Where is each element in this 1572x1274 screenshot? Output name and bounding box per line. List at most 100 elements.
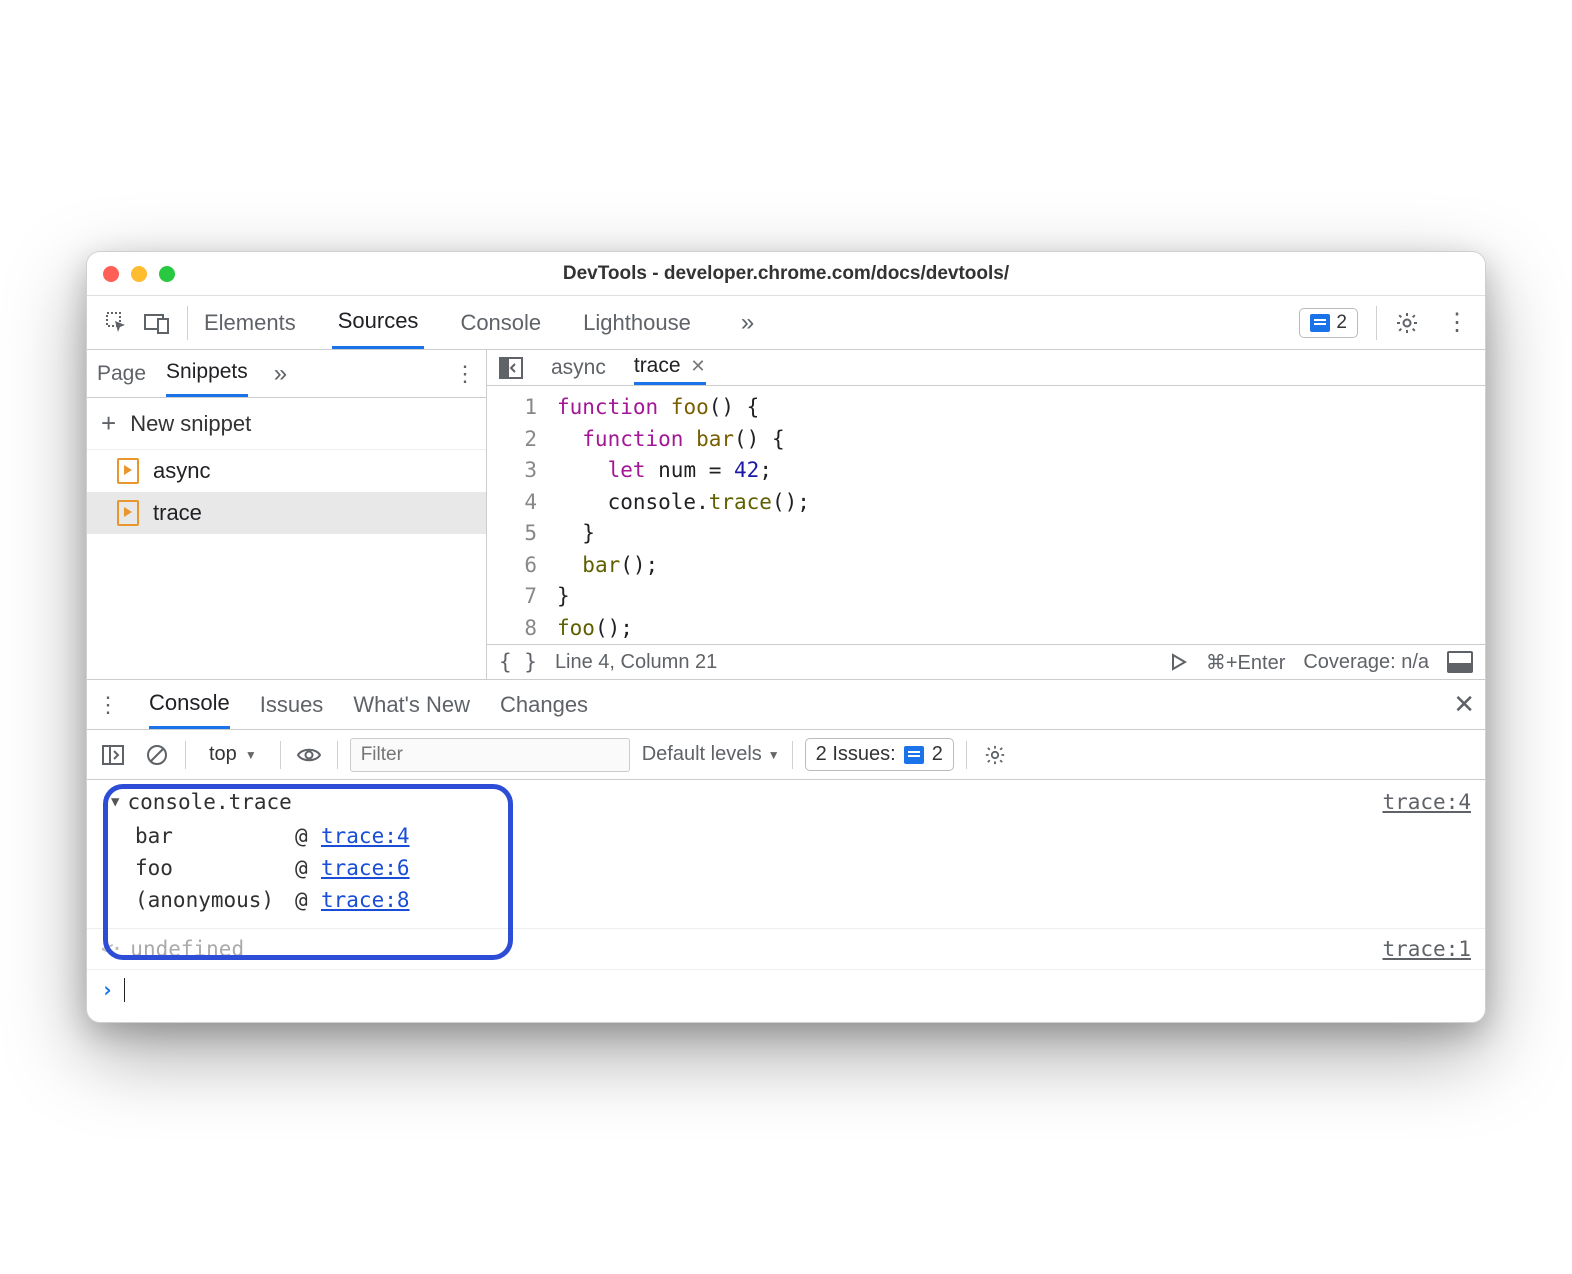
close-window-button[interactable] xyxy=(103,266,119,282)
console-output: ▼ console.trace trace:4 bar @ trace:4 fo… xyxy=(87,780,1485,1022)
context-selector[interactable]: top xyxy=(198,739,268,770)
stack-frame: foo @ trace:6 xyxy=(111,852,1471,884)
close-tab-icon[interactable]: ✕ xyxy=(691,356,706,377)
traffic-lights xyxy=(103,266,175,282)
console-trace-group: ▼ console.trace trace:4 bar @ trace:4 fo… xyxy=(87,780,1485,929)
inspect-element-icon[interactable] xyxy=(97,311,137,335)
run-snippet-icon[interactable] xyxy=(1170,653,1188,671)
frame-link[interactable]: trace:6 xyxy=(321,856,410,880)
stack-trace: bar @ trace:4 foo @ trace:6 (anonymous) … xyxy=(111,820,1471,916)
plus-icon: + xyxy=(101,408,116,439)
snippet-list: async trace xyxy=(87,450,486,679)
zoom-window-button[interactable] xyxy=(159,266,175,282)
source-link[interactable]: trace:1 xyxy=(1382,937,1471,961)
code-content: function foo() { function bar() { let nu… xyxy=(557,392,1485,644)
snippet-name: trace xyxy=(153,500,202,526)
main-tabs: Elements Sources Console Lighthouse » xyxy=(198,296,754,349)
console-issues-button[interactable]: 2 Issues: 2 xyxy=(805,738,954,771)
snippet-name: async xyxy=(153,458,210,484)
filter-input[interactable] xyxy=(350,738,630,772)
code-editor[interactable]: 12 34 56 78 function foo() { function ba… xyxy=(487,386,1485,644)
toolbar-divider xyxy=(337,741,338,769)
editor-tab-label: trace xyxy=(634,354,681,378)
snippet-icon xyxy=(117,500,139,526)
tab-sources[interactable]: Sources xyxy=(332,296,425,349)
at-symbol: @ xyxy=(295,856,321,880)
log-levels-selector[interactable]: Default levels xyxy=(642,743,780,766)
line-gutter: 12 34 56 78 xyxy=(487,392,557,644)
prompt-chevron-icon: › xyxy=(101,978,114,1002)
new-snippet-label: New snippet xyxy=(130,411,251,437)
sources-panel: Page Snippets » ⋮ + New snippet async tr… xyxy=(87,350,1485,680)
navigator-tab-page[interactable]: Page xyxy=(97,350,146,397)
navigator-tab-snippets[interactable]: Snippets xyxy=(166,350,248,397)
more-tabs-button[interactable]: » xyxy=(741,309,754,337)
drawer-tab-console[interactable]: Console xyxy=(149,680,230,729)
titlebar: DevTools - developer.chrome.com/docs/dev… xyxy=(87,252,1485,296)
issues-label: 2 Issues: xyxy=(816,743,896,766)
editor-status-bar: { } Line 4, Column 21 ⌘+Enter Coverage: … xyxy=(487,644,1485,679)
pretty-print-icon[interactable]: { } xyxy=(499,650,537,674)
toolbar-divider xyxy=(966,741,967,769)
at-symbol: @ xyxy=(295,824,321,848)
source-link[interactable]: trace:4 xyxy=(1382,790,1471,814)
window-title: DevTools - developer.chrome.com/docs/dev… xyxy=(87,263,1485,285)
drawer-tabs: ⋮ Console Issues What's New Changes ✕ xyxy=(87,680,1485,730)
tab-lighthouse[interactable]: Lighthouse xyxy=(577,296,697,349)
editor-tab-async[interactable]: async xyxy=(551,350,606,385)
settings-icon[interactable] xyxy=(1395,311,1431,335)
console-toolbar: top Default levels 2 Issues: 2 xyxy=(87,730,1485,780)
toolbar-divider xyxy=(187,306,188,340)
toolbar-divider xyxy=(280,741,281,769)
clear-console-icon[interactable] xyxy=(141,744,173,766)
return-value: undefined xyxy=(130,937,244,961)
tab-console[interactable]: Console xyxy=(454,296,547,349)
coverage-status: Coverage: n/a xyxy=(1303,651,1429,674)
chat-icon xyxy=(904,746,924,764)
more-menu-icon[interactable]: ⋮ xyxy=(1439,308,1475,337)
disclosure-triangle-icon[interactable]: ▼ xyxy=(111,794,119,810)
snippet-item[interactable]: async xyxy=(87,450,486,492)
drawer-tab-whatsnew[interactable]: What's New xyxy=(353,680,470,729)
levels-label: Default levels xyxy=(642,743,762,766)
toolbar-divider xyxy=(185,741,186,769)
snippet-item[interactable]: trace xyxy=(87,492,486,534)
live-expression-icon[interactable] xyxy=(293,746,325,764)
frame-function: foo xyxy=(135,856,295,880)
cursor-position: Line 4, Column 21 xyxy=(555,651,717,674)
close-drawer-icon[interactable]: ✕ xyxy=(1453,689,1475,720)
chat-icon xyxy=(1310,314,1330,332)
context-label: top xyxy=(209,743,237,766)
navigator-tabs: Page Snippets » ⋮ xyxy=(87,350,486,398)
navigator-menu-icon[interactable]: ⋮ xyxy=(454,361,476,387)
frame-function: bar xyxy=(135,824,295,848)
editor-tab-trace[interactable]: trace ✕ xyxy=(634,350,706,385)
snippet-icon xyxy=(117,458,139,484)
drawer-tab-issues[interactable]: Issues xyxy=(260,680,324,729)
toggle-console-sidebar-icon[interactable] xyxy=(97,745,129,765)
frame-link[interactable]: trace:8 xyxy=(321,888,410,912)
issues-count: 2 xyxy=(932,743,943,766)
trace-title: console.trace xyxy=(127,790,291,814)
drawer-menu-icon[interactable]: ⋮ xyxy=(97,692,119,718)
tab-elements[interactable]: Elements xyxy=(198,296,302,349)
console-settings-icon[interactable] xyxy=(979,744,1011,766)
toolbar-divider xyxy=(792,741,793,769)
drawer-tab-changes[interactable]: Changes xyxy=(500,680,588,729)
toolbar-divider xyxy=(1376,306,1377,340)
main-toolbar: Elements Sources Console Lighthouse » 2 … xyxy=(87,296,1485,350)
console-prompt[interactable]: › xyxy=(87,970,1485,1022)
editor-tab-label: async xyxy=(551,356,606,380)
minimize-window-button[interactable] xyxy=(131,266,147,282)
return-arrow-icon: <· xyxy=(101,937,120,961)
editor-tabs: async trace ✕ xyxy=(487,350,1485,386)
devtools-window: DevTools - developer.chrome.com/docs/dev… xyxy=(86,251,1486,1023)
input-caret xyxy=(124,978,125,1002)
more-navigator-tabs[interactable]: » xyxy=(274,360,287,388)
frame-link[interactable]: trace:4 xyxy=(321,824,410,848)
issues-indicator[interactable]: 2 xyxy=(1299,308,1358,338)
new-snippet-button[interactable]: + New snippet xyxy=(87,398,486,450)
toggle-drawer-icon[interactable] xyxy=(1447,651,1473,673)
device-toolbar-icon[interactable] xyxy=(137,312,177,334)
toggle-navigator-icon[interactable] xyxy=(499,357,523,379)
